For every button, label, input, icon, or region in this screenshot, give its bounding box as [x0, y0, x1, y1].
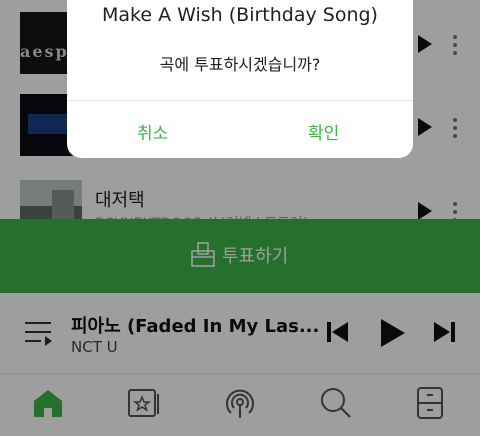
- play-icon[interactable]: [418, 118, 432, 136]
- podcast-icon[interactable]: [222, 386, 258, 420]
- home-icon[interactable]: [32, 388, 64, 418]
- play-icon[interactable]: [380, 318, 406, 348]
- vote-box-icon: [191, 242, 215, 267]
- song-title: 대저택: [95, 190, 145, 211]
- now-playing-artist: NCT U: [71, 338, 118, 356]
- search-icon[interactable]: [320, 387, 352, 419]
- play-icon[interactable]: [418, 35, 432, 53]
- vote-label: 투표하기: [222, 246, 289, 267]
- dialog-divider: [67, 100, 413, 101]
- drawer-icon[interactable]: [416, 386, 444, 420]
- play-icon[interactable]: [418, 202, 432, 220]
- next-icon[interactable]: [432, 321, 456, 343]
- previous-icon[interactable]: [326, 321, 350, 343]
- mini-player[interactable]: 피아노 (Faded In My Las... NCT U: [0, 293, 480, 374]
- vote-confirm-dialog: Make A Wish (Birthday Song) 곡에 투표하시겠습니까?…: [67, 0, 413, 158]
- more-icon[interactable]: [452, 118, 458, 142]
- cancel-button[interactable]: 취소: [137, 119, 168, 144]
- music-star-icon[interactable]: [127, 388, 161, 418]
- more-icon[interactable]: [452, 35, 458, 59]
- dialog-message: 곡에 투표하시겠습니까?: [159, 55, 321, 74]
- tab-bar: [0, 374, 480, 436]
- confirm-button[interactable]: 확인: [308, 119, 339, 144]
- dialog-title: Make A Wish (Birthday Song): [102, 4, 378, 26]
- playlist-icon[interactable]: [25, 320, 53, 346]
- now-playing-title: 피아노 (Faded In My Las...: [71, 316, 320, 337]
